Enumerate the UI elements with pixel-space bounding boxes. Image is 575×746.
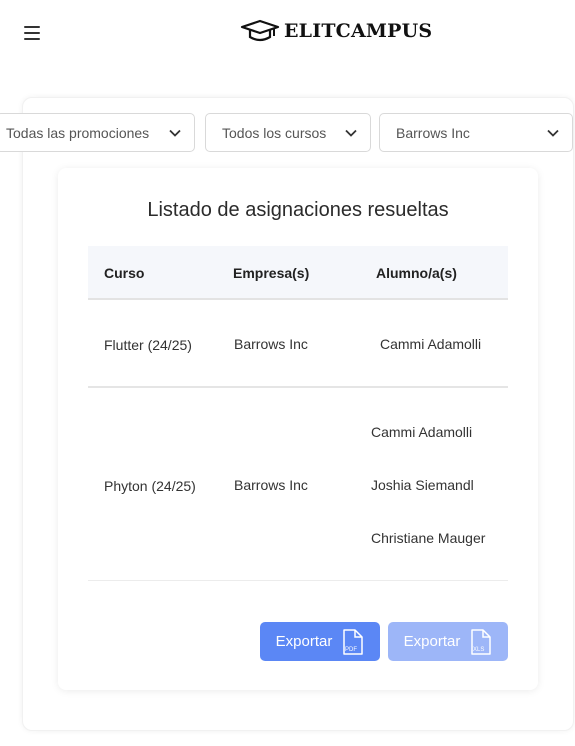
course-filter-select[interactable]: Todos los cursos: [205, 113, 371, 152]
brand-logo[interactable]: ELITCAMPUS: [240, 19, 432, 43]
row-2-student: Christiane Mauger: [371, 530, 486, 546]
table-header: Curso Empresa(s) Alumno/a(s): [88, 246, 508, 300]
export-pdf-button[interactable]: Exportar PDF: [260, 622, 380, 661]
pdf-file-icon: PDF: [343, 628, 364, 655]
xls-badge: XLS: [473, 647, 484, 653]
row-divider: [88, 386, 508, 388]
chevron-down-icon: [345, 129, 357, 137]
row-1-company: Barrows Inc: [234, 336, 308, 352]
brand-name: ELITCAMPUS: [284, 20, 433, 42]
export-xls-button[interactable]: Exportar XLS: [388, 622, 508, 661]
pdf-badge: PDF: [345, 647, 357, 653]
row-2-student: Cammi Adamolli: [371, 424, 473, 440]
export-pdf-label: Exportar: [275, 633, 333, 650]
row-1-course: Flutter (24/25): [104, 337, 192, 353]
row-2-student: Joshia Siemandl: [371, 477, 474, 493]
hamburger-menu-icon[interactable]: [24, 26, 40, 40]
export-xls-label: Exportar: [403, 633, 461, 650]
row-2-company: Barrows Inc: [234, 477, 308, 493]
graduation-cap-icon: [240, 19, 280, 42]
card-title: Listado de asignaciones resueltas: [147, 199, 449, 221]
promotion-filter-value: Todas las promociones: [6, 124, 150, 141]
promotion-filter-select[interactable]: Todas las promociones: [0, 113, 195, 152]
company-filter-value: Barrows Inc: [396, 124, 470, 141]
row-1-student: Cammi Adamolli: [380, 336, 482, 352]
course-filter-value: Todos los cursos: [222, 124, 327, 141]
row-2-course: Phyton (24/25): [104, 478, 196, 494]
chevron-down-icon: [169, 129, 181, 137]
xls-file-icon: XLS: [471, 628, 492, 655]
column-header-course: Curso: [104, 265, 145, 281]
chevron-down-icon: [547, 129, 559, 137]
top-bar: ELITCAMPUS: [0, 0, 575, 64]
row-divider: [88, 580, 508, 581]
column-header-company: Empresa(s): [233, 265, 310, 281]
company-filter-select[interactable]: Barrows Inc: [379, 113, 573, 152]
column-header-students: Alumno/a(s): [376, 265, 457, 281]
